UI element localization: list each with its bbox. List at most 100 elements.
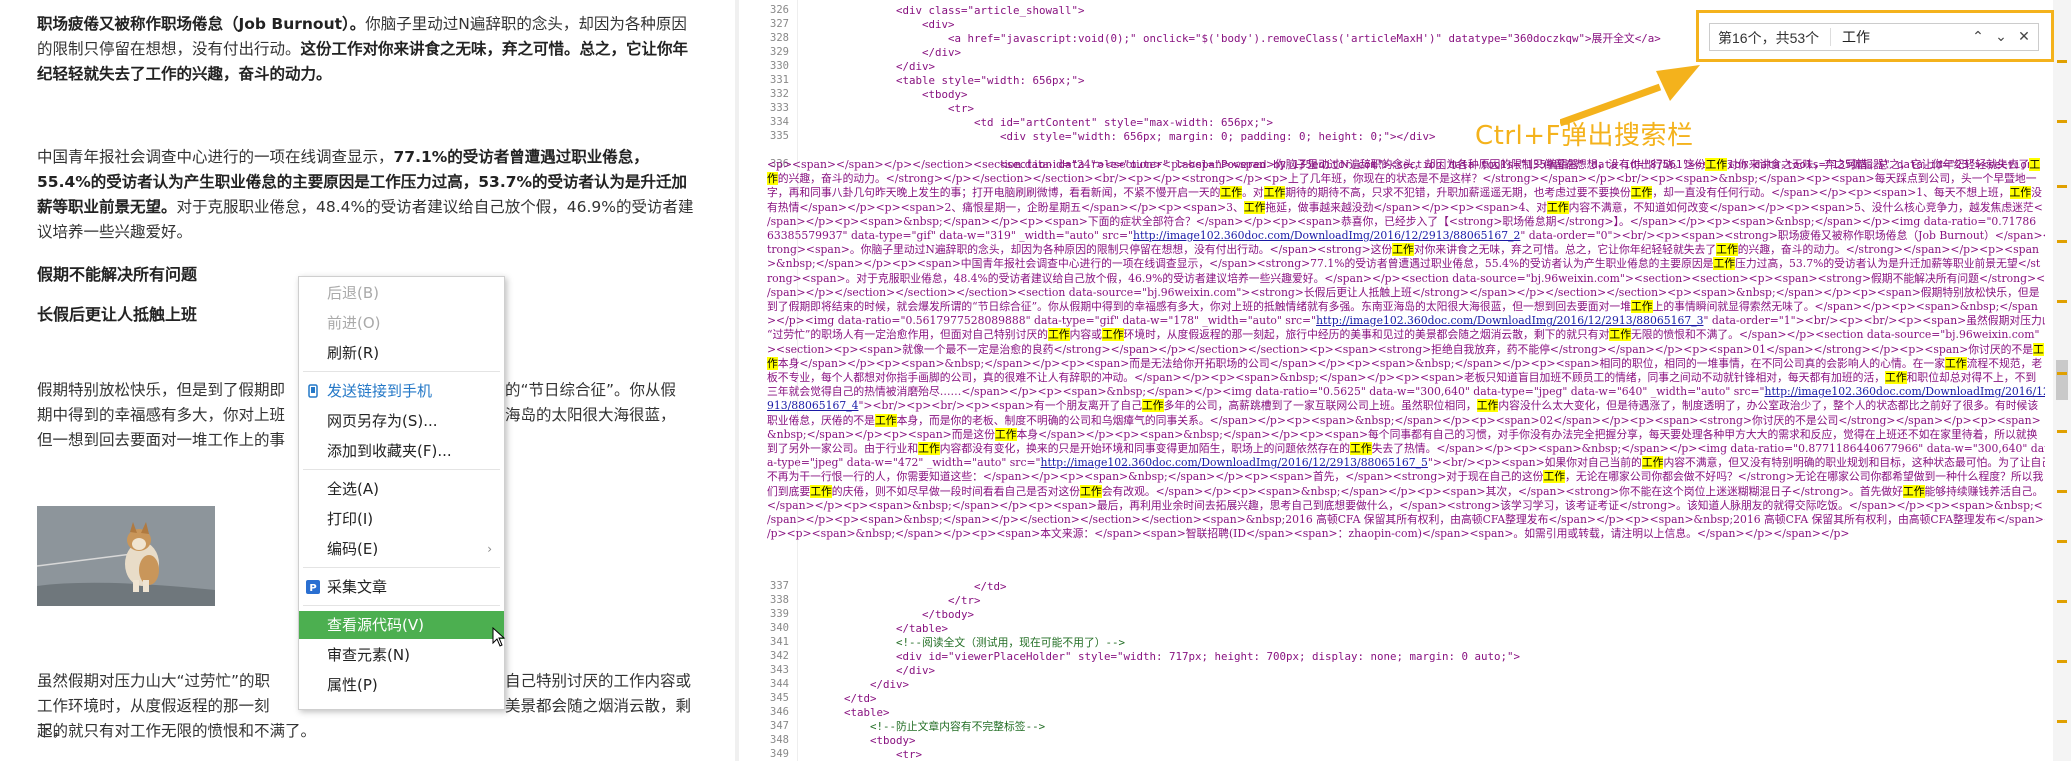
- source-line: <tbody>: [870, 734, 916, 747]
- source-text: 的庆倦，则不如尽早做一段时间看看自己是否对这份: [831, 484, 1081, 498]
- source-text: 流程不规范，老: [1966, 356, 2043, 370]
- source-text: 无限的愤恨和不满了。</span></p><section data-sourc…: [1631, 328, 2040, 342]
- search-match-marker: [2057, 300, 2067, 303]
- find-bar-highlight: 第16个，共53个 ⌃ ⌄ ✕: [1696, 10, 2054, 62]
- source-wrapped-line: 们到底要工作的庆倦，则不如尽早做一段时间看看自己是否对这份工作会有改观。</sp…: [767, 484, 2044, 499]
- search-match-highlight: 工作: [994, 427, 1017, 441]
- line-number: 340: [770, 622, 789, 634]
- source-link[interactable]: http://image102.360doc.com/DownloadImg/2…: [1041, 456, 1428, 469]
- menu-separator: [303, 567, 500, 568]
- article-paragraph-2: 中国青年报社会调查中心进行的一项在线调查显示，77.1%的受访者曾遭遇过职业倦怠…: [37, 145, 697, 245]
- source-line: <div>: [922, 18, 955, 31]
- source-link[interactable]: http://image102.360doc.com/DownloadImg/2…: [1133, 229, 1520, 242]
- source-wrapped-line: rong><span>。对于克服职业倦怠，48.4%的受访者建议给自己放个假，4…: [767, 272, 2045, 286]
- source-text: /span></p></section></section></section>…: [767, 285, 2040, 299]
- source-line: </tr>: [948, 594, 981, 607]
- source-text: trong><span>。你脑子里动过N遍辞职的念头，却因为各种原因的限制只停留…: [767, 243, 1393, 257]
- source-line: </table>: [896, 622, 949, 635]
- article-text: 但一想到回去要面对一堆工作上的事: [37, 431, 286, 449]
- chevron-up-icon[interactable]: ⌃: [1968, 27, 1988, 47]
- menu-item-collect-article[interactable]: P 采集文章: [299, 573, 504, 601]
- source-line: <div id="viewerPlaceHolder" style="width…: [896, 650, 1521, 663]
- source-text: rong><span>。对于克服职业倦怠，48.4%的受访者建议给自己放个假，4…: [767, 271, 2045, 285]
- source-comment: <!--阅读全文（测试用，现在可能不用了）-->: [896, 636, 1126, 649]
- menu-item-send-to-phone[interactable]: 发送链接到手机: [299, 377, 504, 405]
- line-number: 346: [770, 706, 789, 718]
- vertical-scrollbar[interactable]: [2053, 0, 2071, 761]
- menu-item-back[interactable]: 后退(B): [299, 279, 504, 307]
- find-bar: 第16个，共53个 ⌃ ⌄ ✕: [1709, 23, 2039, 51]
- article-text: 虽然假期对压力山大“过劳忙”的职: [37, 672, 271, 690]
- source-text: 板不专业，每个人都想对你指手画脚的公司，真的很难不让人有辞职的冲动。</span…: [767, 371, 1886, 384]
- source-line: </div>: [922, 46, 962, 59]
- source-text: " data-order="0"><br/><p><span><strong>职…: [1520, 229, 2045, 242]
- source-line: <tr>: [896, 748, 923, 761]
- search-match-highlight: 作: [767, 172, 778, 186]
- source-line: </div>: [896, 664, 936, 677]
- menu-item-add-favorite[interactable]: 添加到收藏夹(F)...: [299, 437, 504, 465]
- source-text: 能够持续赚钱养活自己。: [1924, 484, 2044, 498]
- source-link[interactable]: http://image102.360doc.com/DownloadImg/2…: [1316, 314, 1703, 327]
- source-wrapped-line: 作本身</span></p><p><span>&nbsp;</span></p>…: [767, 356, 2043, 371]
- source-line-336-wrapped: <p><span></span></p></section><section d…: [767, 158, 2045, 585]
- source-text: "><br/><p><span>如果你对自己当前的: [1427, 456, 1642, 470]
- source-text: 没: [2031, 186, 2042, 200]
- source-text: /span></p><p><span>&nbsp;</span></p><p><…: [767, 214, 2037, 228]
- source-wrapped-line: 字，再和同事八卦几句昨天晚上发生的事；打开电脑刷刷微博，看看新闻，不紧不慢开启一…: [767, 186, 2042, 200]
- article-text: 的“节日综合征”。你从假: [505, 381, 677, 399]
- menu-item-inspect[interactable]: 审查元素(N): [299, 641, 504, 669]
- article-text: 期中得到的幸福感有多大，你对上班: [37, 406, 286, 424]
- line-number: 343: [770, 664, 789, 676]
- menu-item-select-all[interactable]: 全选(A): [299, 475, 504, 503]
- line-number: 326: [770, 4, 789, 16]
- source-text: 的兴趣，奋斗的动力。</strong></span></p><p><span: [1737, 243, 2039, 257]
- source-text: 内容不满意，不知道如何改变</span></p><p><span>5、没什么核心…: [1568, 200, 2043, 214]
- menu-item-properties[interactable]: 属性(P): [299, 671, 504, 699]
- source-wrapped-line: /span></p><p><span>&nbsp;</span></p><p><…: [767, 215, 2036, 229]
- source-wrapped-line: <p><span></span></p></section><section d…: [767, 158, 2041, 172]
- article-text: 假期特别放松快乐，但是到了假期即: [37, 381, 286, 399]
- scrollbar-thumb[interactable]: [2056, 360, 2068, 400]
- search-match-marker: [2057, 600, 2067, 603]
- source-wrapped-line: 三年就会觉得自己的热情被消磨殆尽……</span></p><p><span>&n…: [767, 385, 2045, 399]
- search-match-highlight: 工: [2033, 342, 2044, 356]
- source-text: 到了另外一家公司。由于行业和: [767, 442, 919, 455]
- menu-item-view-source[interactable]: 查看源代码(V): [299, 611, 504, 639]
- line-number: 345: [770, 692, 789, 704]
- source-link[interactable]: http://image102.360doc.com/DownloadImg/2…: [1765, 385, 2045, 398]
- menu-item-label: 编码(E): [327, 540, 379, 558]
- source-line: <tr>: [948, 102, 975, 115]
- chevron-down-icon[interactable]: ⌄: [1991, 27, 2011, 47]
- menu-item-refresh[interactable]: 刷新(R): [299, 339, 504, 367]
- search-match-highlight: 工: [2029, 158, 2041, 171]
- search-match-marker: [2057, 540, 2067, 543]
- menu-item-encoding[interactable]: 编码(E) ›: [299, 535, 504, 563]
- source-text: “过劳忙”的职场人有一定治愈作用，但面对自己特别讨厌的: [767, 328, 1048, 342]
- search-match-marker: [2057, 660, 2067, 663]
- source-line: </tbody>: [922, 608, 975, 621]
- source-link[interactable]: 913/88065167_4: [767, 399, 858, 412]
- source-text: 本身</span></p><p><span>&nbsp;</span></p><…: [777, 356, 1946, 370]
- close-icon[interactable]: ✕: [2014, 27, 2034, 47]
- menu-item-forward[interactable]: 前进(O): [299, 309, 504, 337]
- line-number: 329: [770, 46, 789, 58]
- source-wrapped-line: 职业倦怠，厌倦的不是工作本身，而是你的老板、制度不明确的公司和乌烟瘴气的同事关系…: [767, 413, 2041, 428]
- line-number: 339: [770, 608, 789, 620]
- source-text: 多年的公司，高薪跳槽到了一家互联网公司上班。虽然职位相同，: [1163, 399, 1477, 413]
- source-text: 字，再和同事八卦几句昨天晚上发生的事；打开电脑刷刷微博，看看新闻，不紧不慢开启一…: [767, 186, 1221, 200]
- source-line: </td>: [844, 692, 877, 705]
- menu-item-print[interactable]: 打印(I): [299, 505, 504, 533]
- find-input[interactable]: [1842, 26, 1957, 48]
- line-number: 330: [770, 60, 789, 72]
- article-image: [37, 506, 215, 606]
- line-number: 347: [770, 720, 789, 732]
- source-wrapped-line: 板不专业，每个人都想对你指手画脚的公司，真的很难不让人有辞职的冲动。</span…: [767, 371, 2036, 385]
- line-number: 337: [770, 580, 789, 592]
- source-text: 拖延，做事越来越没劲</span></p><p><span>4、对: [1265, 200, 1547, 214]
- source-wrapped-line: </span></p><p><span>&nbsp;</span></p><p>…: [767, 499, 2043, 513]
- menu-item-save-as[interactable]: 网页另存为(S)...: [299, 407, 504, 435]
- source-text: &nbsp;</span></p><p><span>而是这份: [767, 427, 995, 441]
- phone-icon: [308, 384, 318, 398]
- source-wrapped-line: >&nbsp;</span></p><p><span>中国青年报社会调查中心进行…: [767, 257, 2040, 271]
- search-match-highlight: 工作: [1716, 243, 1738, 257]
